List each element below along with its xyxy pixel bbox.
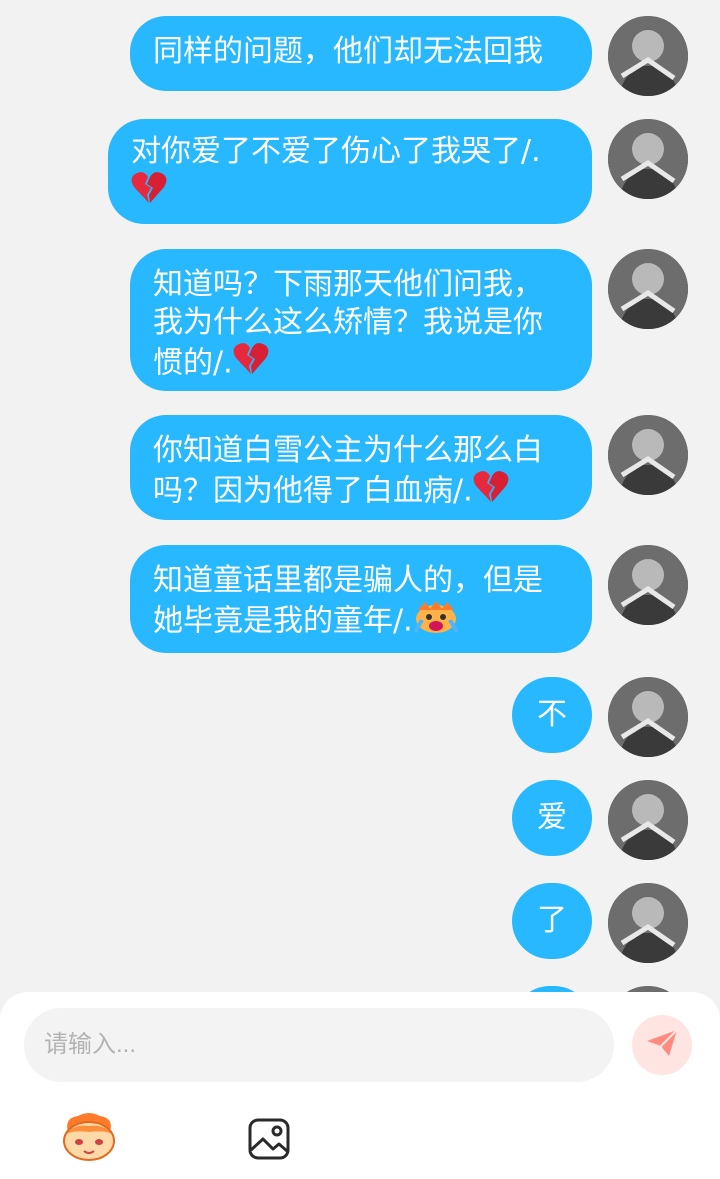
message-bubble[interactable]: 你知道白雪公主为什么那么白吗？因为他得了白血病/. (130, 415, 592, 520)
message-row: 你知道白雪公主为什么那么白吗？因为他得了白血病/. (0, 415, 688, 520)
paper-plane-icon (645, 1028, 679, 1062)
message-row: 知道童话里都是骗人的，但是她毕竟是我的童年/. (0, 545, 688, 653)
message-text: 爱 (537, 800, 567, 835)
message-text: 对你爱了不爱了伤心了我哭了/. (131, 134, 541, 169)
message-composer (0, 992, 720, 1179)
avatar[interactable] (608, 415, 688, 495)
message-bubble[interactable]: 对你爱了不爱了伤心了我哭了/. (108, 119, 592, 224)
message-bubble[interactable]: 知道童话里都是骗人的，但是她毕竟是我的童年/. (130, 545, 592, 653)
avatar[interactable] (608, 16, 688, 96)
avatar[interactable] (608, 677, 688, 757)
message-row: 了 (0, 883, 688, 963)
avatar[interactable] (608, 249, 688, 329)
message-row: 知道吗？下雨那天他们问我，我为什么这么矫情？我说是你惯的/. (0, 249, 688, 391)
message-text: 同样的问题，他们却无法回我 (153, 34, 543, 69)
avatar[interactable] (608, 780, 688, 860)
message-text: 知道童话里都是骗人的，但是她毕竟是我的童年/. (153, 563, 543, 639)
message-row: 爱 (0, 780, 688, 860)
send-button[interactable] (632, 1015, 692, 1075)
broken-heart-icon (233, 342, 269, 386)
avatar[interactable] (608, 883, 688, 963)
chat-message-list[interactable]: 同样的问题，他们却无法回我 对你爱了不爱了伤心了我哭了/. 知道吗？下雨那天他们… (0, 0, 720, 1000)
avatar[interactable] (608, 545, 688, 625)
broken-heart-icon (131, 171, 167, 215)
crying-cartoon-icon (412, 600, 459, 644)
message-bubble[interactable]: 不 (512, 677, 592, 753)
message-text: 不 (537, 697, 567, 732)
message-row: 对你爱了不爱了伤心了我哭了/. (0, 119, 688, 224)
message-row: 同样的问题，他们却无法回我 (0, 16, 688, 96)
message-bubble[interactable]: 知道吗？下雨那天他们问我，我为什么这么矫情？我说是你惯的/. (130, 249, 592, 391)
message-bubble[interactable]: 同样的问题，他们却无法回我 (130, 16, 592, 91)
message-input[interactable] (24, 1008, 614, 1082)
emoji-mascot-icon[interactable] (60, 1112, 118, 1162)
message-text: 知道吗？下雨那天他们问我，我为什么这么矫情？我说是你惯的/. (153, 267, 543, 381)
message-text: 了 (537, 903, 567, 938)
avatar[interactable] (608, 119, 688, 199)
message-bubble[interactable]: 爱 (512, 780, 592, 856)
message-row: 不 (0, 677, 688, 757)
image-icon[interactable] (247, 1117, 291, 1161)
message-bubble[interactable]: 了 (512, 883, 592, 959)
broken-heart-icon (473, 470, 509, 514)
